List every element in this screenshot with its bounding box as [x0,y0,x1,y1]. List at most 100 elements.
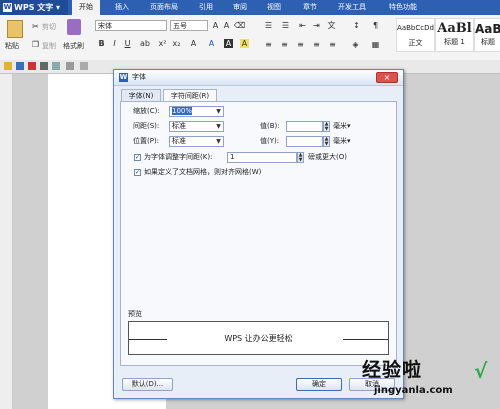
tab-references[interactable]: 引用 [192,0,220,15]
borders-icon[interactable]: ▦ [371,40,380,49]
position-amount-label: 值(Y): [260,137,280,145]
format-painter-icon[interactable] [67,19,81,35]
format-painter-button[interactable]: 格式刷 [63,41,84,51]
spacing-unit-label: 毫米 [333,122,347,130]
distributed-icon[interactable]: ≡ [328,40,337,49]
chevron-down-icon[interactable]: ▼ [214,137,223,146]
font-size-select[interactable]: 五号 [170,20,208,31]
position-spinner[interactable]: ▲ ▼ [323,136,330,147]
subscript-icon[interactable]: x₂ [172,39,181,48]
sort-icon[interactable]: ↕ [352,21,361,30]
watermark: 经验啦 √ jingyanla.com [362,355,500,409]
scale-label: 缩放(C): [133,107,160,115]
shrink-font-icon[interactable]: A [222,21,231,30]
strikethrough-icon[interactable]: ab [140,39,150,48]
spacing-label: 间距(S): [133,122,160,130]
dialog-app-icon: W [119,73,128,82]
italic-icon[interactable]: I [110,39,119,48]
justify-icon[interactable]: ≡ [312,40,321,49]
paste-icon[interactable] [7,20,23,38]
spacing-amount-label: 值(B): [260,122,280,130]
kerning-spinner[interactable]: ▲ ▼ [297,152,304,163]
numbering-icon[interactable]: ☰ [281,21,290,30]
watermark-text: 经验啦 [362,359,423,381]
position-unit-label: 毫米 [333,137,347,145]
close-icon[interactable]: × [376,72,398,83]
checkmark-icon: √ [474,359,488,383]
grid-checkbox[interactable]: ✓ [134,169,141,176]
spacing-amount-input[interactable] [286,121,323,132]
clear-format-icon[interactable]: ⌫ [234,21,245,30]
tab-home[interactable]: 开始 [72,0,100,15]
redo-icon[interactable] [80,62,88,70]
style-heading-sample: AaBb [475,22,500,36]
cut-icon[interactable]: ✂ [31,22,40,31]
chevron-down-icon: ▾ [56,3,61,12]
style-heading1[interactable]: AaBl 标题 1 [435,18,474,52]
increase-indent-icon[interactable]: ⇥ [312,21,321,30]
style-normal-sample: AaBbCcDd [397,24,434,32]
underline-icon[interactable]: U [123,39,132,48]
shading-icon[interactable]: ◈ [351,40,360,49]
chevron-down-icon[interactable]: ▼ [214,122,223,131]
preview-box: WPS 让办公更轻松 [128,321,389,355]
preview-text: WPS 让办公更轻松 [224,334,293,343]
default-button[interactable]: 默认(D)... [122,378,173,391]
kerning-label: 为字体调整字间距(K): [144,153,213,161]
cut-button[interactable]: 剪切 [42,22,56,32]
font-color-icon[interactable]: A [207,39,216,48]
tab-special-features[interactable]: 特色功能 [382,0,424,15]
open-icon[interactable] [4,62,12,70]
bullets-icon[interactable]: ☰ [264,21,273,30]
spacing-unit[interactable]: 毫米▾ [333,121,351,132]
paste-button[interactable]: 粘贴 [5,41,19,51]
highlight-icon[interactable]: A [240,39,249,48]
chinese-layout-icon[interactable]: 文 [327,21,336,30]
copy-icon[interactable]: ❐ [31,40,40,49]
grid-label: 如果定义了文档网格，则对齐网格(W) [144,168,262,176]
print-icon[interactable] [40,62,48,70]
bold-icon[interactable]: B [97,39,106,48]
tab-font[interactable]: 字体(N) [121,89,161,101]
save-icon[interactable] [16,62,24,70]
print-preview-icon[interactable] [52,62,60,70]
tab-review[interactable]: 审阅 [226,0,254,15]
scale-value: 100% [172,107,193,115]
watermark-url: jingyanla.com [374,385,453,396]
char-shading-icon[interactable]: A [224,39,233,48]
undo-icon[interactable] [66,62,74,70]
copy-button[interactable]: 复制 [42,41,56,51]
show-marks-icon[interactable]: ¶ [371,21,380,30]
align-left-icon[interactable]: ≡ [264,40,273,49]
tab-insert[interactable]: 插入 [108,0,136,15]
superscript-icon[interactable]: x² [158,39,167,48]
align-right-icon[interactable]: ≡ [296,40,305,49]
style-normal-label: 正文 [408,39,423,47]
align-center-icon[interactable]: ≡ [280,40,289,49]
tab-developer[interactable]: 开发工具 [332,0,372,15]
decrease-indent-icon[interactable]: ⇤ [298,21,307,30]
export-pdf-icon[interactable] [28,62,36,70]
spacing-spinner[interactable]: ▲ ▼ [323,121,330,132]
kerning-input[interactable]: 1 [227,152,297,163]
style-normal[interactable]: AaBbCcDd 正文 [396,18,435,52]
position-amount-input[interactable] [286,136,323,147]
ok-button[interactable]: 确定 [296,378,342,391]
app-menu-button[interactable]: W WPS 文字 ▾ [0,0,68,15]
vertical-ruler [0,74,13,409]
preview-label: 预览 [128,310,142,318]
dialog-title-bar[interactable] [114,70,403,86]
app-name: WPS 文字 [14,3,54,12]
tab-page-layout[interactable]: 页面布局 [144,0,184,15]
grow-font-icon[interactable]: A [211,21,220,30]
tab-chapter[interactable]: 章节 [296,0,324,15]
style-heading[interactable]: AaBb 标题 [474,18,500,52]
tab-view[interactable]: 视图 [260,0,288,15]
chevron-down-icon[interactable]: ▼ [214,107,223,116]
font-name-select[interactable]: 宋体 [95,20,167,31]
phonetic-icon[interactable]: A [189,39,198,48]
style-heading-label: 标题 [481,38,495,46]
position-unit[interactable]: 毫米▾ [333,136,351,147]
kerning-checkbox[interactable]: ✓ [134,154,141,161]
dialog-title: 字体 [132,73,146,81]
